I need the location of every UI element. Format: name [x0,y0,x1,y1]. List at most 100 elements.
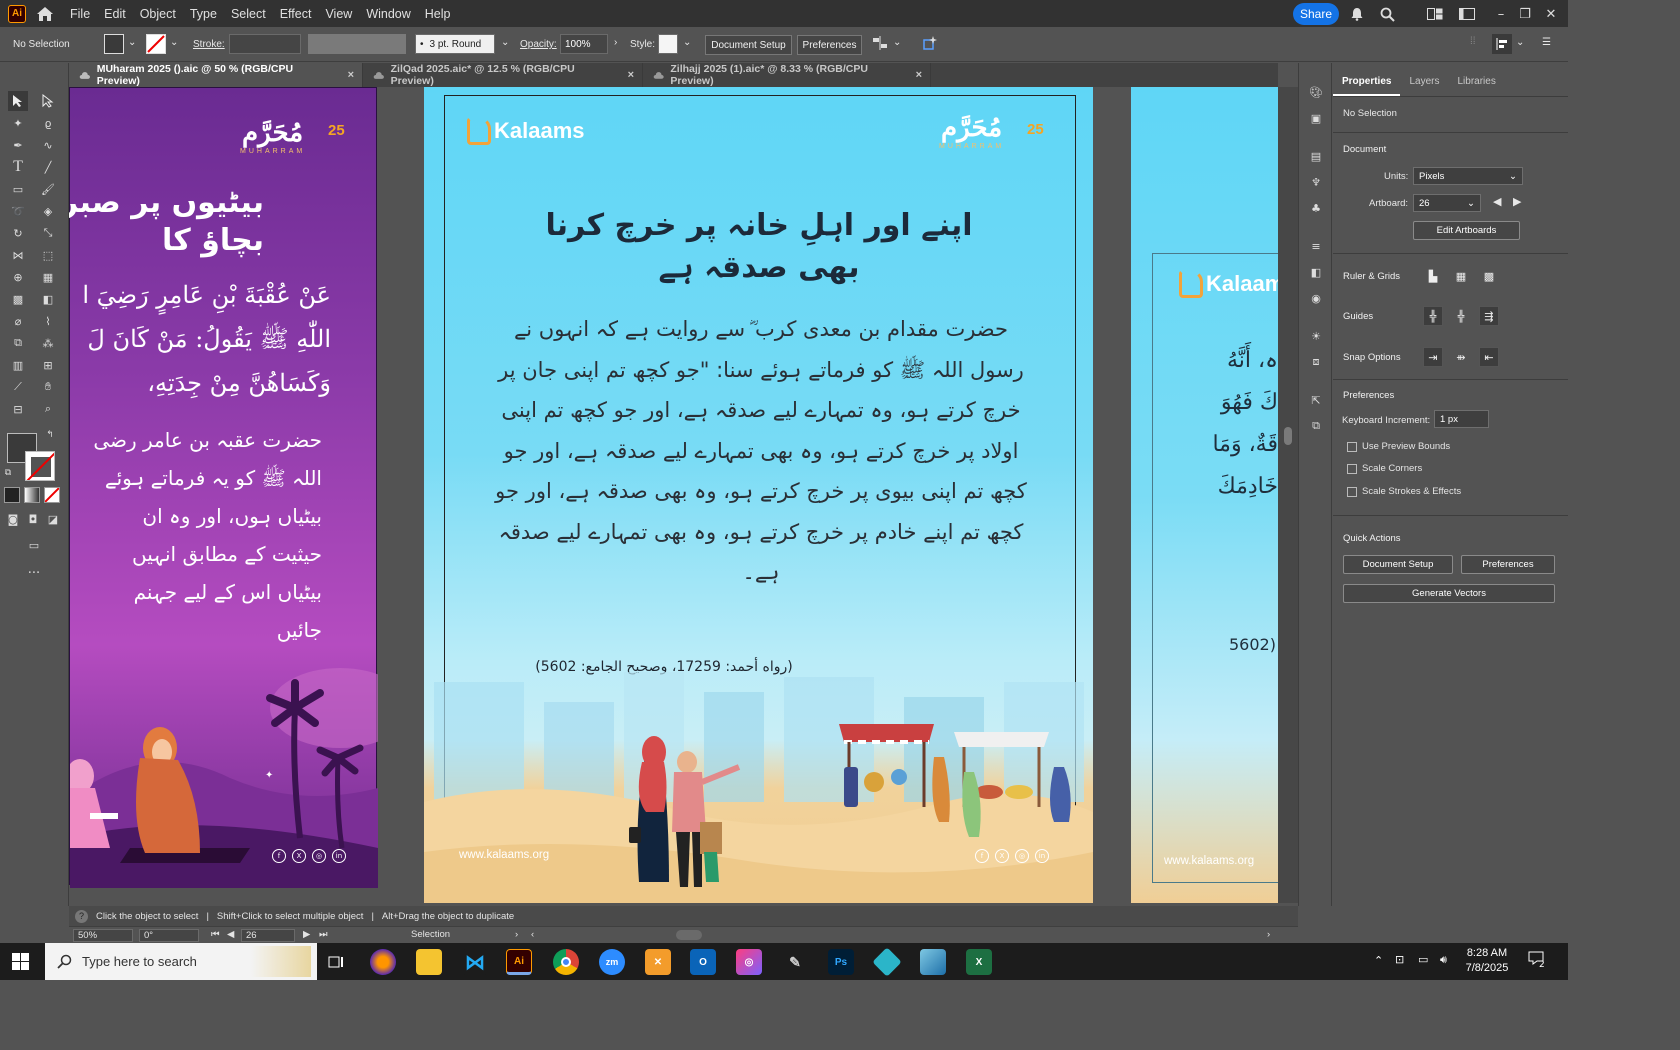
appearance-panel-icon[interactable]: ☀ [1307,327,1325,345]
tab-zilhajj[interactable]: Zilhajj 2025 (1).aic* @ 8.33 % (RGB/CPU … [643,63,931,87]
gradient-panel-icon[interactable]: ◧ [1307,263,1325,281]
creative-cloud-icon[interactable]: ◎ [736,949,762,975]
type-tool-icon[interactable]: T [8,157,28,177]
quick-preferences-button[interactable]: Preferences [1461,555,1555,574]
post-title[interactable]: اپنے اور اہلِ خانہ پر خرچ کرنا بھی صدقہ … [514,205,1004,289]
rotation-select[interactable]: 0° [139,929,199,942]
lasso-tool-icon[interactable]: ϱ [38,113,58,133]
pen-app-icon[interactable]: ✎ [782,949,808,975]
menu-type[interactable]: Type [190,7,217,21]
artboard-navigator[interactable]: 26 [241,929,295,942]
column-graph-tool-icon[interactable]: ▥ [8,355,28,375]
artboard-tool-icon[interactable]: ⊞ [38,355,58,375]
volume-icon[interactable]: 🔊︎ [1440,953,1447,967]
menu-select[interactable]: Select [231,7,266,21]
brush-definition-select[interactable]: • 3 pt. Round [415,34,495,54]
stroke-panel-icon[interactable]: ≡ [1307,237,1325,255]
document-setup-button[interactable]: Document Setup [705,35,792,55]
close-icon[interactable]: × [348,69,354,81]
export-panel-icon[interactable]: ⇱ [1307,391,1325,409]
outlook-icon[interactable]: O [690,949,716,975]
app-notepad-icon[interactable] [920,949,946,975]
stroke-dropdown-icon[interactable]: ⌄ [170,37,178,48]
blend-tool-icon[interactable]: ⧉ [8,333,28,353]
taskbar-search[interactable]: Type here to search [45,943,317,980]
eyedropper-alt-tool-icon[interactable]: ⌇ [38,311,58,331]
task-view-icon[interactable] [323,949,349,975]
units-select[interactable]: Pixels ⌄ [1413,167,1523,185]
ruler-icon[interactable]: ▙ [1423,266,1443,286]
draw-normal-icon[interactable]: ◙ [4,511,22,527]
align-panel-icon[interactable] [1492,34,1512,54]
close-icon[interactable]: × [628,69,634,81]
grid-icon[interactable]: ▦ [1451,266,1471,286]
print-tiling-tool-icon[interactable]: ⊟ [8,399,28,419]
status-menu-icon[interactable]: › [515,929,518,940]
rectangle-tool-icon[interactable]: ▭ [8,179,28,199]
tab-libraries[interactable]: Libraries [1448,71,1504,96]
previous-artboard-icon[interactable]: ◀ [1493,195,1501,208]
color-mode-icon[interactable] [4,487,20,503]
restore-icon[interactable]: ❐ [1516,5,1534,23]
minimize-icon[interactable]: – [1492,5,1510,23]
scroll-left-icon[interactable]: ‹ [531,929,534,940]
use-preview-bounds-checkbox[interactable]: Use Preview Bounds [1347,441,1450,452]
generate-vectors-button[interactable]: Generate Vectors [1343,584,1555,603]
menu-object[interactable]: Object [140,7,176,21]
color-panel-icon[interactable]: 🎨︎ [1307,83,1325,101]
free-transform-tool-icon[interactable]: ⬚ [38,245,58,265]
shaper-tool-icon[interactable]: ➰ [8,201,28,221]
next-artboard-icon[interactable]: ▶ [1513,195,1521,208]
scale-corners-checkbox[interactable]: Scale Corners [1347,463,1422,474]
vscode-icon[interactable]: ⋈ [462,949,488,975]
firefox-icon[interactable] [370,949,396,975]
align-panel-dropdown-icon[interactable]: ⌄ [1516,37,1524,48]
snap-to-grid-icon[interactable]: ⇻ [1451,347,1471,367]
eyedropper-tool-icon[interactable]: ⌀ [8,311,28,331]
network-icon[interactable]: ▭ [1418,953,1428,966]
edit-toolbar-icon[interactable]: ··· [24,563,44,583]
width-tool-icon[interactable]: ⋈ [8,245,28,265]
opacity-arrow-icon[interactable]: › [614,37,617,48]
slice-tool-icon[interactable]: ⟋ [8,377,28,397]
gradient-mode-icon[interactable] [24,487,40,503]
shape-builder-tool-icon[interactable]: ⊕ [8,267,28,287]
app-diamond-icon[interactable] [872,947,902,977]
opacity-label[interactable]: Opacity: [520,39,557,50]
show-guides-icon[interactable]: ╬ [1423,306,1443,326]
scrollbar-thumb[interactable] [1284,427,1292,445]
recolor-artwork-icon[interactable] [922,35,938,54]
perspective-grid-tool-icon[interactable]: ▦ [38,267,58,287]
artboard-left[interactable]: 25 مُحَرَّم MUHARRAM بیٹیوں پر صبر بچاؤ … [69,87,378,888]
close-window-icon[interactable]: ✕ [1542,5,1560,23]
panel-menu-icon[interactable]: ☰ [1542,37,1551,48]
zoom-tool-icon[interactable]: ⌕ [38,399,58,419]
notification-icon[interactable]: 2 [1528,951,1546,970]
hand-tool-icon[interactable]: ✋︎ [38,377,58,397]
brushes-panel-icon[interactable]: ♆ [1307,173,1325,191]
file-explorer-icon[interactable] [416,949,442,975]
symbol-sprayer-tool-icon[interactable]: ⁂ [38,333,58,353]
snap-to-pixel-icon[interactable]: ⇤ [1479,347,1499,367]
tab-layers[interactable]: Layers [1400,71,1448,96]
libraries-panel-icon[interactable]: ▤ [1307,147,1325,165]
fill-dropdown-icon[interactable]: ⌄ [128,37,136,48]
windows-start-icon[interactable] [12,953,29,973]
tab-zilqad[interactable]: ZilQad 2025.aic* @ 12.5 % (RGB/CPU Previ… [363,63,643,87]
quick-document-setup-button[interactable]: Document Setup [1343,555,1453,574]
align-icon[interactable] [872,36,888,53]
brush-dropdown-icon[interactable]: ⌄ [501,37,509,48]
xampp-icon[interactable]: ✕ [645,949,671,975]
arrange-documents-icon[interactable] [1426,5,1444,23]
snap-to-point-icon[interactable]: ⇥ [1423,347,1443,367]
symbols-panel-icon[interactable]: ♣ [1307,199,1325,217]
lock-guides-icon[interactable]: ╬ [1451,306,1471,326]
gradient-tool-icon[interactable]: ◧ [38,289,58,309]
illustrator-taskbar-icon[interactable]: Ai [506,949,532,975]
variable-width-profile[interactable] [308,34,406,54]
menu-edit[interactable]: Edit [104,7,126,21]
tab-muharram[interactable]: MUharam 2025 ().aic @ 50 % (RGB/CPU Prev… [69,63,363,87]
canvas[interactable]: 25 مُحَرَّم MUHARRAM بیٹیوں پر صبر بچاؤ … [69,87,1278,903]
artboard-center[interactable]: Kalaams 25 مُحَرَّم MUHARRAM اپنے اور اہ… [424,87,1093,903]
scale-tool-icon[interactable]: ⤡ [38,223,58,243]
